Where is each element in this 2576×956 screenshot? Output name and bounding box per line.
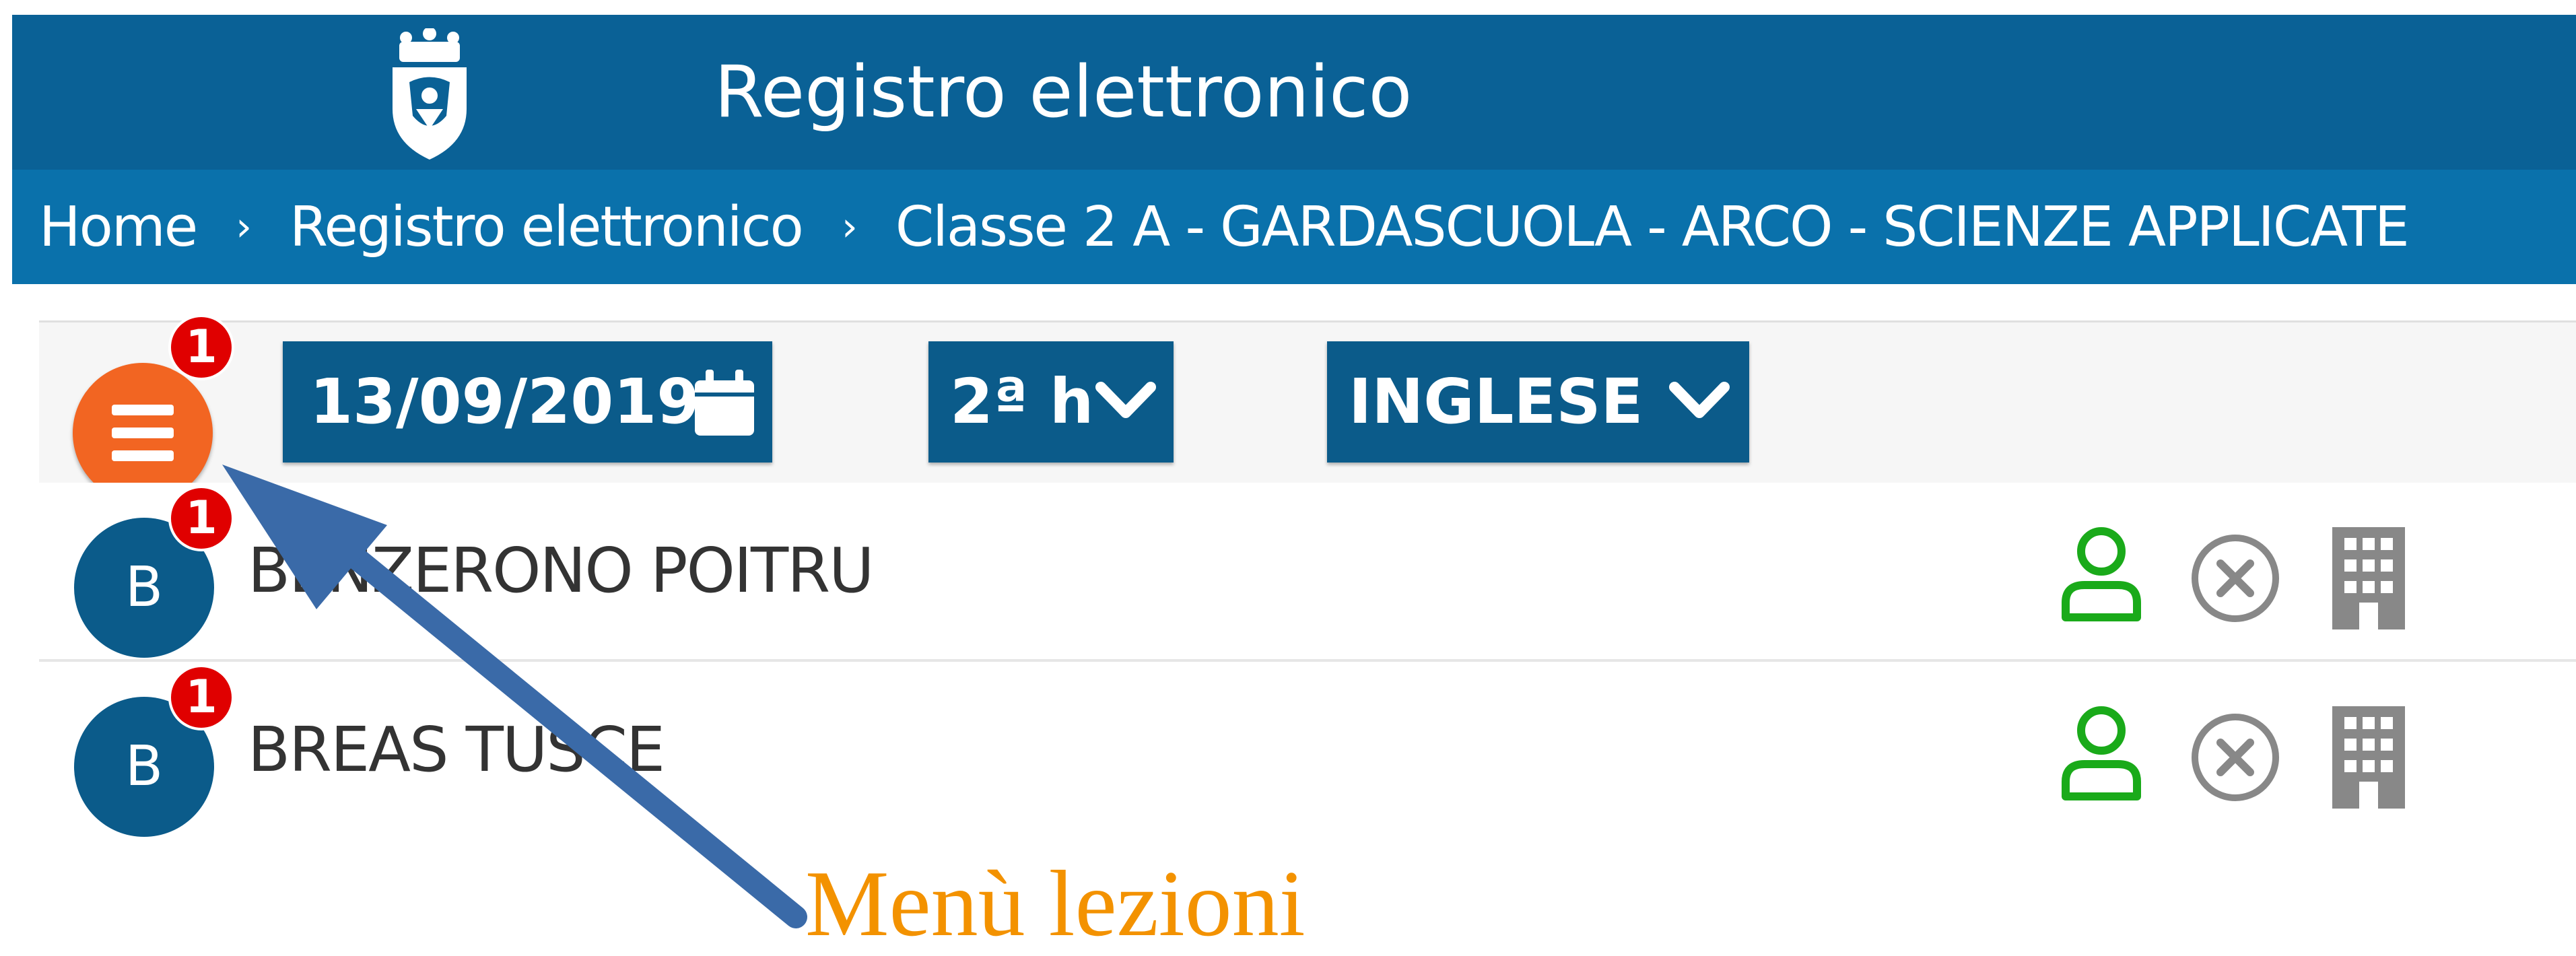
annotation-label: Menù lezioni bbox=[805, 852, 1306, 956]
annotation-arrow bbox=[222, 465, 807, 928]
